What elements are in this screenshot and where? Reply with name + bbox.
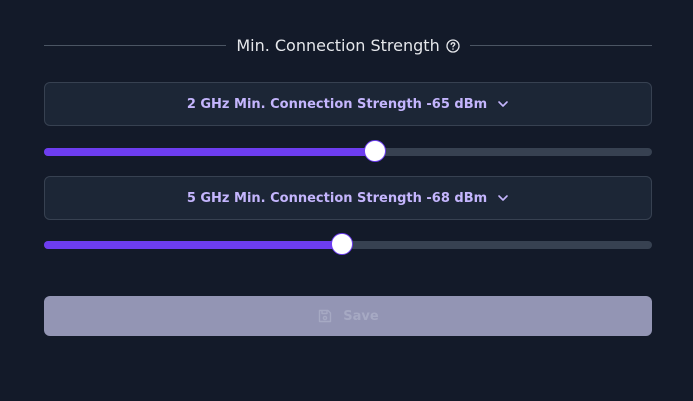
- band-2ghz-dropdown[interactable]: 2 GHz Min. Connection Strength -65 dBm: [44, 82, 652, 126]
- band-2ghz-slider[interactable]: [44, 139, 652, 165]
- divider-left: [44, 44, 227, 46]
- connection-strength-panel: Min. Connection Strength 2 GHz Min. Conn…: [44, 26, 653, 336]
- section-title: Min. Connection Strength: [236, 35, 440, 55]
- section-title-wrap: Min. Connection Strength: [226, 36, 469, 55]
- divider-right: [469, 44, 653, 46]
- chevron-down-icon: [497, 192, 509, 204]
- band-5ghz-slider[interactable]: [44, 232, 652, 258]
- slider-fill: [44, 148, 376, 156]
- save-button[interactable]: Save: [44, 296, 652, 336]
- band-5ghz-dropdown[interactable]: 5 GHz Min. Connection Strength -68 dBm: [44, 176, 652, 220]
- section-header: Min. Connection Strength: [44, 26, 653, 64]
- chevron-down-icon: [497, 98, 509, 110]
- floppy-disk-icon: [317, 308, 333, 324]
- slider-thumb[interactable]: [364, 140, 387, 162]
- slider-fill: [44, 241, 342, 249]
- help-icon[interactable]: [446, 38, 460, 53]
- save-label: Save: [343, 308, 379, 324]
- band-5ghz-label: 5 GHz Min. Connection Strength -68 dBm: [186, 190, 488, 206]
- slider-thumb[interactable]: [330, 233, 353, 255]
- band-2ghz-label: 2 GHz Min. Connection Strength -65 dBm: [186, 96, 488, 112]
